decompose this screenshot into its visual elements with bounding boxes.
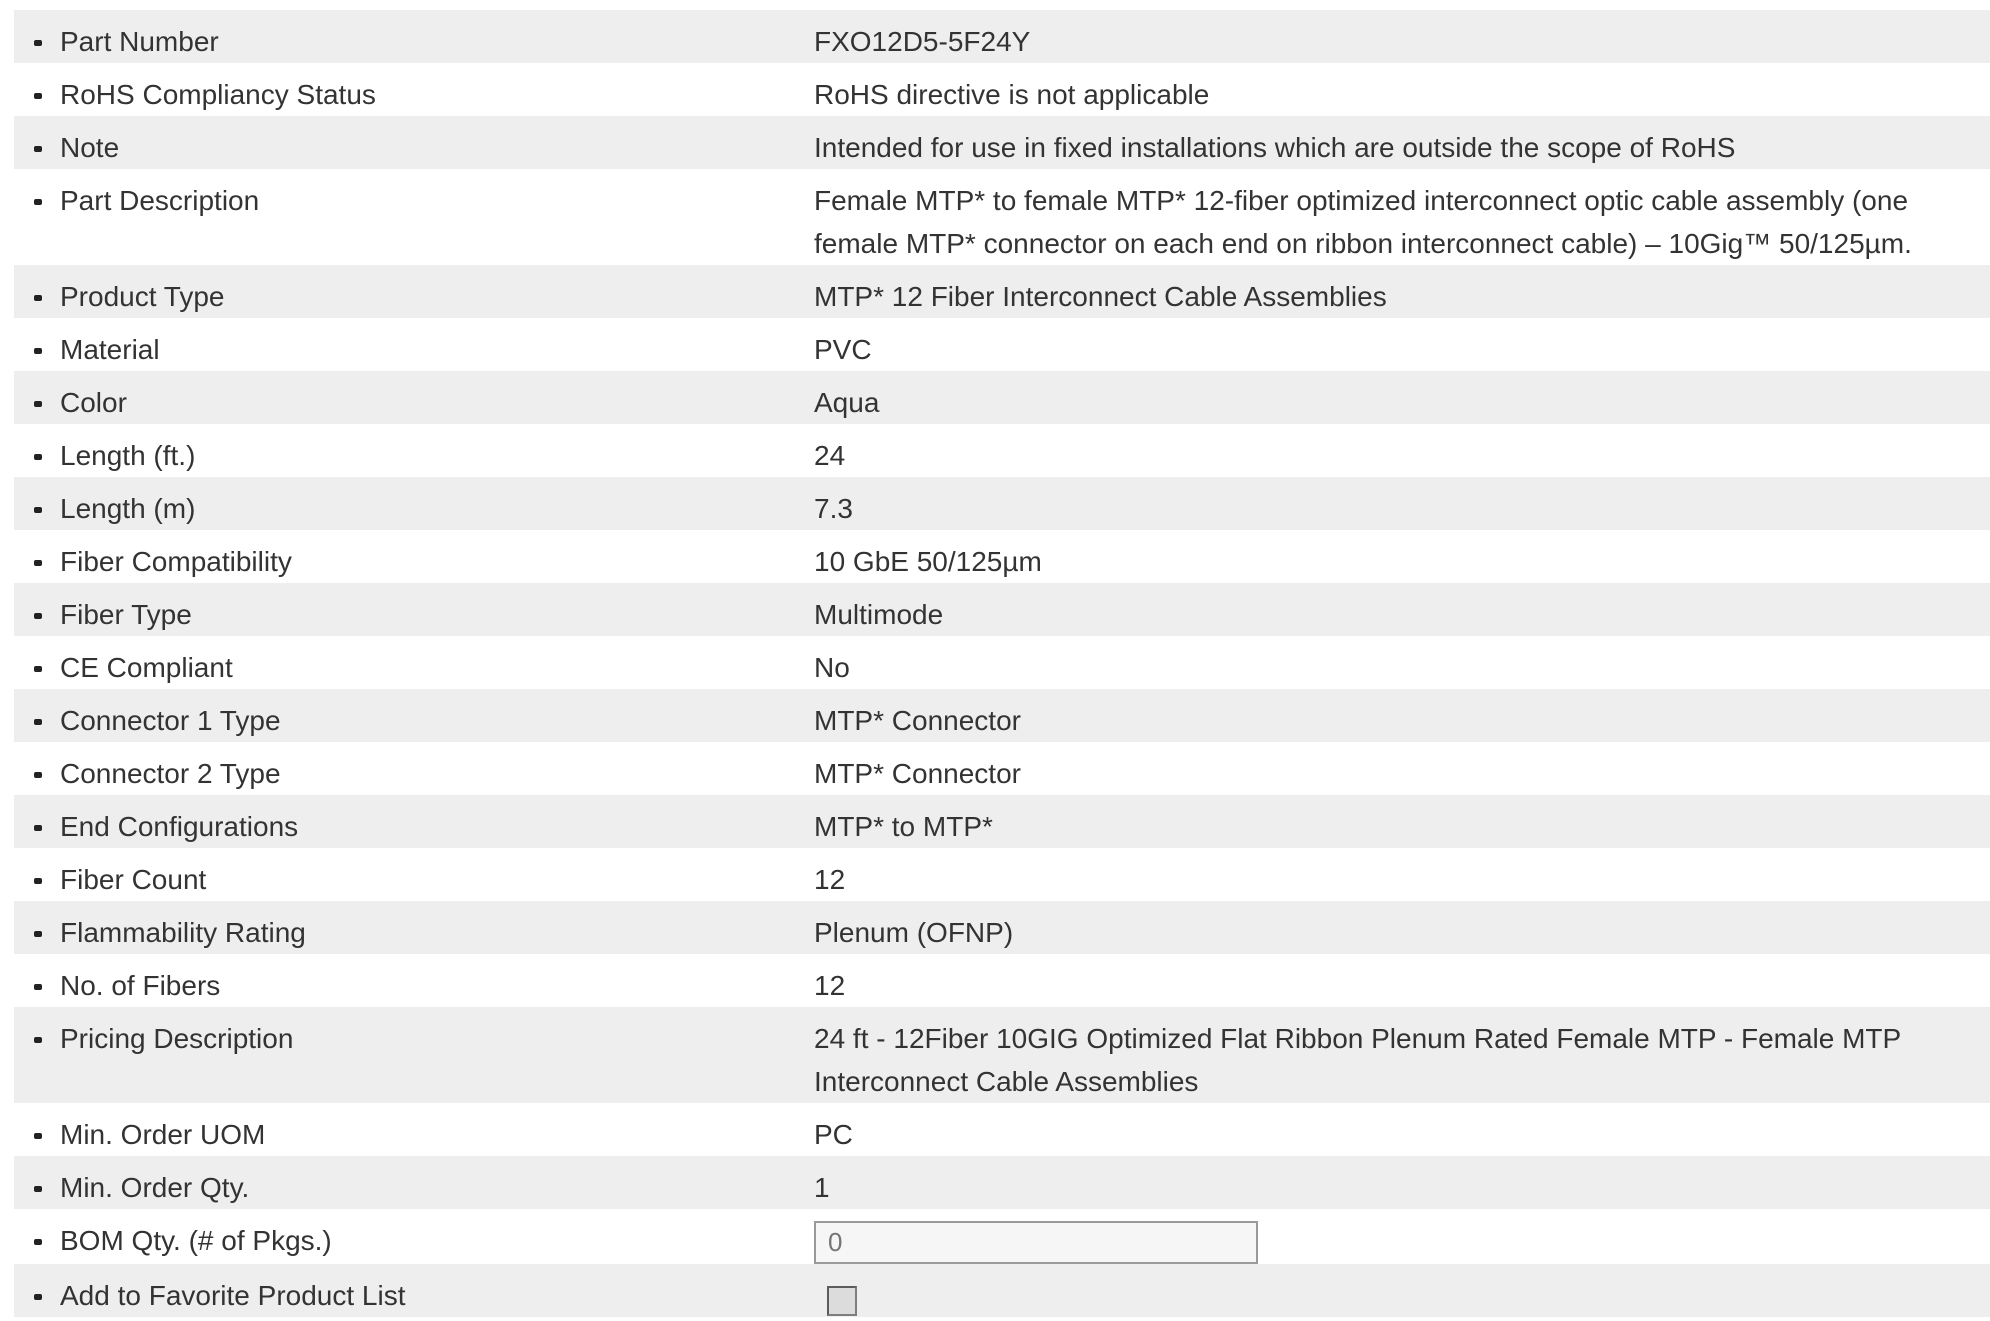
spec-value — [814, 1264, 1990, 1317]
bullet-icon — [34, 825, 42, 831]
bullet-icon — [34, 1239, 42, 1245]
spec-label: Fiber Count — [14, 848, 814, 901]
bullet-icon — [34, 931, 42, 937]
spec-row-min-order-qty: Min. Order Qty. 1 — [14, 1156, 1990, 1209]
spec-label: Connector 1 Type — [14, 689, 814, 742]
spec-label: Length (ft.) — [14, 424, 814, 477]
spec-value: PVC — [814, 318, 1990, 371]
spec-label: Material — [14, 318, 814, 371]
spec-label: Fiber Type — [14, 583, 814, 636]
spec-row-note: Note Intended for use in fixed installat… — [14, 116, 1990, 169]
spec-label: RoHS Compliancy Status — [14, 63, 814, 116]
bullet-icon — [34, 560, 42, 566]
spec-value: 1 — [814, 1156, 1990, 1209]
spec-label: Connector 2 Type — [14, 742, 814, 795]
spec-label: Add to Favorite Product List — [14, 1264, 814, 1317]
bullet-icon — [34, 199, 42, 205]
bullet-icon — [34, 146, 42, 152]
bullet-icon — [34, 507, 42, 513]
spec-row-product-type: Product Type MTP* 12 Fiber Interconnect … — [14, 265, 1990, 318]
bullet-icon — [34, 666, 42, 672]
spec-label: Part Description — [14, 169, 814, 265]
spec-value: FXO12D5-5F24Y — [814, 10, 1990, 63]
spec-label: CE Compliant — [14, 636, 814, 689]
spec-value: Intended for use in fixed installations … — [814, 116, 1990, 169]
bullet-icon — [34, 719, 42, 725]
bullet-icon — [34, 984, 42, 990]
spec-label: Color — [14, 371, 814, 424]
bullet-icon — [34, 295, 42, 301]
spec-label: Fiber Compatibility — [14, 530, 814, 583]
spec-label: Note — [14, 116, 814, 169]
spec-label: Length (m) — [14, 477, 814, 530]
spec-row-connector-2-type: Connector 2 Type MTP* Connector — [14, 742, 1990, 795]
bullet-icon — [34, 878, 42, 884]
spec-row-end-configurations: End Configurations MTP* to MTP* — [14, 795, 1990, 848]
bom-qty-input[interactable] — [814, 1221, 1258, 1264]
spec-value: MTP* Connector — [814, 742, 1990, 795]
spec-row-add-to-favorites: Add to Favorite Product List — [14, 1264, 1990, 1317]
spec-row-no-of-fibers: No. of Fibers 12 — [14, 954, 1990, 1007]
spec-value: MTP* 12 Fiber Interconnect Cable Assembl… — [814, 265, 1990, 318]
spec-value: Aqua — [814, 371, 1990, 424]
spec-value: RoHS directive is not applicable — [814, 63, 1990, 116]
spec-value: 24 ft - 12Fiber 10GIG Optimized Flat Rib… — [814, 1007, 1990, 1103]
bullet-icon — [34, 613, 42, 619]
spec-label: Min. Order Qty. — [14, 1156, 814, 1209]
bullet-icon — [34, 1294, 42, 1300]
spec-row-min-order-uom: Min. Order UOM PC — [14, 1103, 1990, 1156]
spec-label: No. of Fibers — [14, 954, 814, 1007]
spec-row-part-number: Part Number FXO12D5-5F24Y — [14, 10, 1990, 63]
spec-row-ce-compliant: CE Compliant No — [14, 636, 1990, 689]
spec-row-color: Color Aqua — [14, 371, 1990, 424]
bullet-icon — [34, 772, 42, 778]
spec-label: End Configurations — [14, 795, 814, 848]
spec-label: Part Number — [14, 10, 814, 63]
bullet-icon — [34, 348, 42, 354]
spec-row-fiber-count: Fiber Count 12 — [14, 848, 1990, 901]
spec-value: Multimode — [814, 583, 1990, 636]
bullet-icon — [34, 40, 42, 46]
spec-value: Female MTP* to female MTP* 12-fiber opti… — [814, 169, 1990, 265]
spec-row-length-ft: Length (ft.) 24 — [14, 424, 1990, 477]
spec-row-rohs-status: RoHS Compliancy Status RoHS directive is… — [14, 63, 1990, 116]
spec-value: 12 — [814, 848, 1990, 901]
spec-row-length-m: Length (m) 7.3 — [14, 477, 1990, 530]
spec-value: MTP* to MTP* — [814, 795, 1990, 848]
bullet-icon — [34, 1186, 42, 1192]
spec-value: 7.3 — [814, 477, 1990, 530]
spec-label: Flammability Rating — [14, 901, 814, 954]
add-to-favorites-checkbox[interactable] — [827, 1286, 857, 1316]
spec-value: 24 — [814, 424, 1990, 477]
spec-row-part-description: Part Description Female MTP* to female M… — [14, 169, 1990, 265]
spec-row-fiber-type: Fiber Type Multimode — [14, 583, 1990, 636]
spec-label: Pricing Description — [14, 1007, 814, 1103]
spec-value: PC — [814, 1103, 1990, 1156]
bullet-icon — [34, 1133, 42, 1139]
spec-value: Plenum (OFNP) — [814, 901, 1990, 954]
spec-value: 10 GbE 50/125µm — [814, 530, 1990, 583]
product-spec-table: Part Number FXO12D5-5F24Y RoHS Complianc… — [14, 10, 1990, 1317]
spec-row-connector-1-type: Connector 1 Type MTP* Connector — [14, 689, 1990, 742]
bullet-icon — [34, 401, 42, 407]
spec-label: BOM Qty. (# of Pkgs.) — [14, 1209, 814, 1264]
bullet-icon — [34, 93, 42, 99]
spec-row-material: Material PVC — [14, 318, 1990, 371]
spec-row-pricing-description: Pricing Description 24 ft - 12Fiber 10GI… — [14, 1007, 1990, 1103]
spec-row-fiber-compatibility: Fiber Compatibility 10 GbE 50/125µm — [14, 530, 1990, 583]
spec-value: MTP* Connector — [814, 689, 1990, 742]
spec-label: Product Type — [14, 265, 814, 318]
spec-value: No — [814, 636, 1990, 689]
bullet-icon — [34, 1037, 42, 1043]
bullet-icon — [34, 454, 42, 460]
spec-label: Min. Order UOM — [14, 1103, 814, 1156]
spec-value — [814, 1209, 1990, 1264]
spec-value: 12 — [814, 954, 1990, 1007]
spec-row-flammability-rating: Flammability Rating Plenum (OFNP) — [14, 901, 1990, 954]
spec-row-bom-qty: BOM Qty. (# of Pkgs.) — [14, 1209, 1990, 1264]
